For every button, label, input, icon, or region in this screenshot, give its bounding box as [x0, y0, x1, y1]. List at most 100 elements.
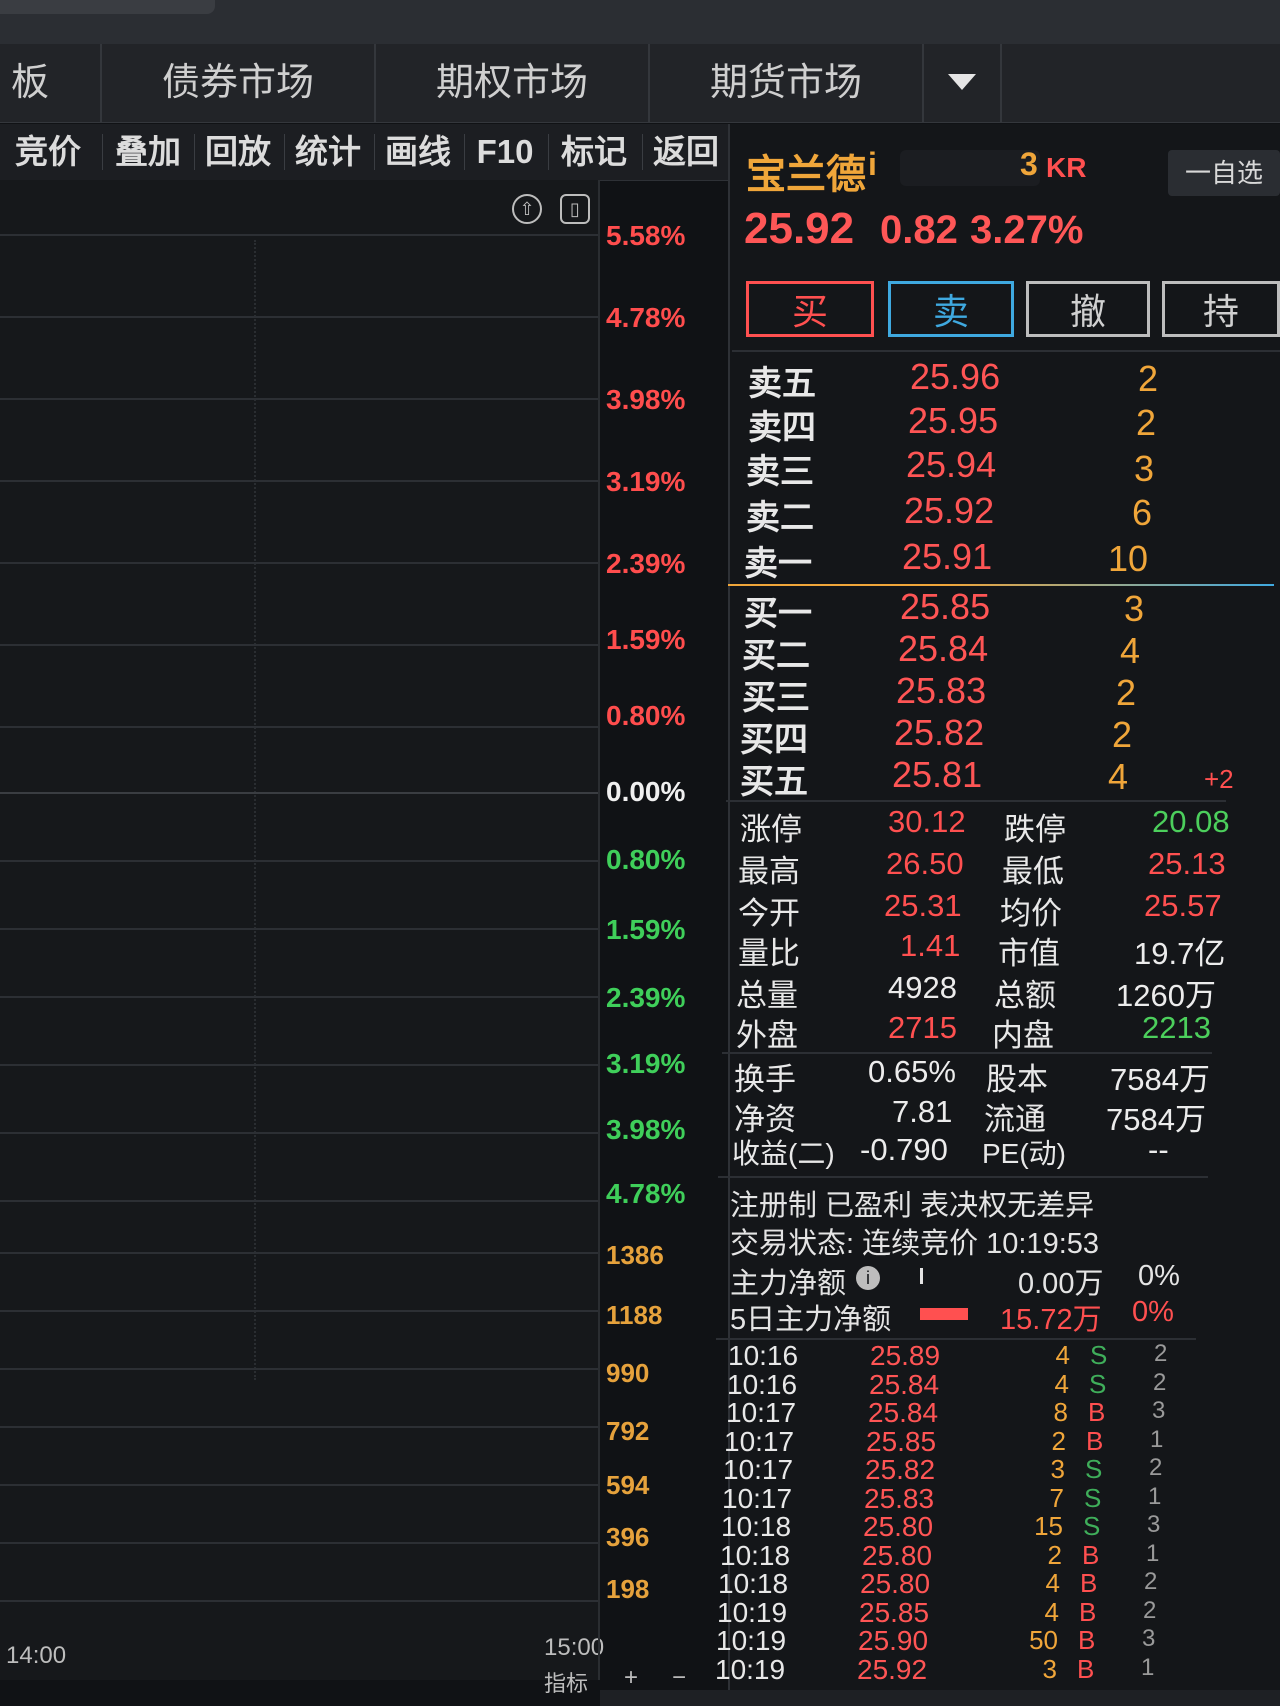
volume-label: 990 — [606, 1358, 650, 1388]
toolbar-back-button[interactable]: 返回 — [644, 124, 728, 180]
tick-qty: 3 — [1042, 1654, 1057, 1684]
toolbar-draw-button[interactable]: 画线 — [376, 124, 460, 180]
tick-price[interactable]: 25.80 — [863, 1511, 933, 1543]
main-net5-pct: 0% — [1132, 1296, 1174, 1328]
info-circle-icon[interactable]: i — [856, 1266, 880, 1290]
tick-count: 2 — [1154, 1340, 1168, 1367]
info-icon[interactable]: i — [868, 146, 877, 183]
toolbar-replay-button[interactable]: 回放 — [196, 124, 280, 180]
bid-price[interactable]: 25.81 — [892, 754, 982, 796]
tick-price[interactable]: 25.80 — [860, 1568, 930, 1600]
tick-price[interactable]: 25.92 — [857, 1654, 927, 1686]
stat-value: 0.65% — [868, 1054, 956, 1089]
tab-options-market[interactable]: 期权市场 — [376, 44, 650, 122]
time-axis-end: 15:00 — [544, 1634, 605, 1661]
ask-price[interactable]: 25.95 — [908, 400, 998, 442]
bid-price[interactable]: 25.83 — [896, 670, 986, 712]
indicator-remove-button[interactable]: − — [672, 1664, 686, 1692]
ask-price[interactable]: 25.94 — [906, 444, 996, 486]
tick-time: 10:17 — [726, 1397, 797, 1428]
ask-label: 卖二 — [746, 499, 814, 537]
tab-more-button[interactable] — [924, 44, 1002, 122]
last-price: 25.92 — [744, 204, 855, 253]
pct-label-up: 3.19% — [606, 466, 686, 497]
window-tab-stub — [0, 0, 215, 14]
ask-price[interactable]: 25.96 — [910, 356, 1000, 398]
stat-label: 总额 — [994, 978, 1056, 1013]
pct-label-up: 1.59% — [606, 624, 686, 655]
panel-toggle-icon[interactable]: ▯ — [560, 194, 590, 224]
time-axis-start: 14:00 — [6, 1642, 67, 1669]
stat-value: 25.57 — [1144, 888, 1222, 923]
indicator-label[interactable]: 指标 — [544, 1666, 588, 1698]
tick-qty: 3 — [1050, 1454, 1065, 1484]
stat-label: 最低 — [1002, 854, 1064, 889]
tick-count: 2 — [1143, 1597, 1157, 1624]
tick-side: B — [1079, 1597, 1097, 1627]
bid-qty: 3 — [1124, 588, 1145, 629]
tick-time: 10:18 — [718, 1568, 789, 1599]
bid-price[interactable]: 25.84 — [898, 628, 988, 670]
tick-price[interactable]: 25.90 — [858, 1625, 928, 1657]
stat-value: 1.41 — [900, 928, 961, 963]
volume-label: 1188 — [606, 1300, 663, 1330]
cancel-order-button[interactable]: 撤 — [1026, 281, 1150, 337]
ask-label: 卖五 — [748, 365, 816, 403]
tab-partial[interactable]: 板 — [0, 44, 102, 122]
expand-icon[interactable]: ⇧ — [512, 194, 542, 224]
stock-code-masked — [900, 150, 1040, 186]
ask-label: 卖一 — [744, 545, 812, 583]
volume-label: 792 — [606, 1416, 650, 1446]
toolbar-f10-button[interactable]: F10 — [466, 124, 544, 180]
stat-label: 市值 — [998, 936, 1060, 971]
stat-value: 7.81 — [892, 1094, 953, 1129]
toolbar-mark-button[interactable]: 标记 — [550, 124, 638, 180]
tick-price[interactable]: 25.82 — [865, 1454, 935, 1486]
bid-price[interactable]: 25.82 — [894, 712, 984, 754]
intraday-chart[interactable]: ⇧ ▯ 14:00 15:00 指标 — [0, 180, 604, 1696]
tick-side: B — [1086, 1426, 1104, 1456]
tab-futures-market[interactable]: 期货市场 — [650, 44, 924, 122]
pct-label-up: 0.80% — [606, 700, 686, 731]
tick-time: 10:19 — [715, 1654, 786, 1685]
holdings-button[interactable]: 持 — [1162, 281, 1280, 337]
buy-button[interactable]: 买 — [746, 281, 874, 337]
volume-label: 396 — [606, 1522, 650, 1552]
stat-label: 收益(二) — [732, 1138, 835, 1169]
bid-price[interactable]: 25.85 — [900, 586, 990, 628]
volume-label: 594 — [606, 1470, 650, 1500]
tick-time: 10:17 — [723, 1454, 794, 1485]
stat-value: 4928 — [888, 970, 957, 1005]
pct-label-up: 5.58% — [606, 220, 686, 251]
tick-qty: 15 — [1034, 1511, 1063, 1541]
tick-count: 3 — [1152, 1397, 1166, 1424]
sell-button[interactable]: 卖 — [888, 281, 1014, 337]
toolbar-overlay-button[interactable]: 叠加 — [106, 124, 190, 180]
stat-label: 外盘 — [736, 1018, 798, 1053]
pct-label-down: 3.19% — [606, 1048, 686, 1079]
toolbar-stats-button[interactable]: 统计 — [286, 124, 370, 180]
tick-price[interactable]: 25.89 — [870, 1340, 940, 1372]
main-net5-bar — [920, 1308, 968, 1320]
tick-qty: 2 — [1051, 1426, 1066, 1456]
ask-qty: 6 — [1132, 492, 1153, 533]
tick-time: 10:18 — [721, 1511, 792, 1542]
indicator-add-button[interactable]: + — [624, 1664, 638, 1692]
add-watchlist-button[interactable]: 一自选 — [1168, 150, 1280, 196]
ask-qty: 3 — [1134, 448, 1155, 489]
pct-label-down: 2.39% — [606, 982, 686, 1013]
ask-price[interactable]: 25.91 — [902, 536, 992, 578]
tick-side: B — [1080, 1568, 1098, 1598]
main-net-pct: 0% — [1138, 1260, 1180, 1292]
tick-qty: 4 — [1044, 1597, 1059, 1627]
pct-label-down: 0.80% — [606, 844, 686, 875]
stat-label: 换手 — [734, 1062, 796, 1097]
main-net5-label: 5日主力净额 — [730, 1304, 892, 1336]
tick-price[interactable]: 25.84 — [868, 1397, 938, 1429]
ask-price[interactable]: 25.92 — [904, 490, 994, 532]
main-net5-value: 15.72万 — [1000, 1304, 1102, 1336]
tick-side: S — [1089, 1369, 1107, 1399]
stat-label: 均价 — [1000, 896, 1062, 931]
tab-bond-market[interactable]: 债券市场 — [102, 44, 376, 122]
toolbar-auction-button[interactable]: 竞价 — [0, 124, 96, 180]
